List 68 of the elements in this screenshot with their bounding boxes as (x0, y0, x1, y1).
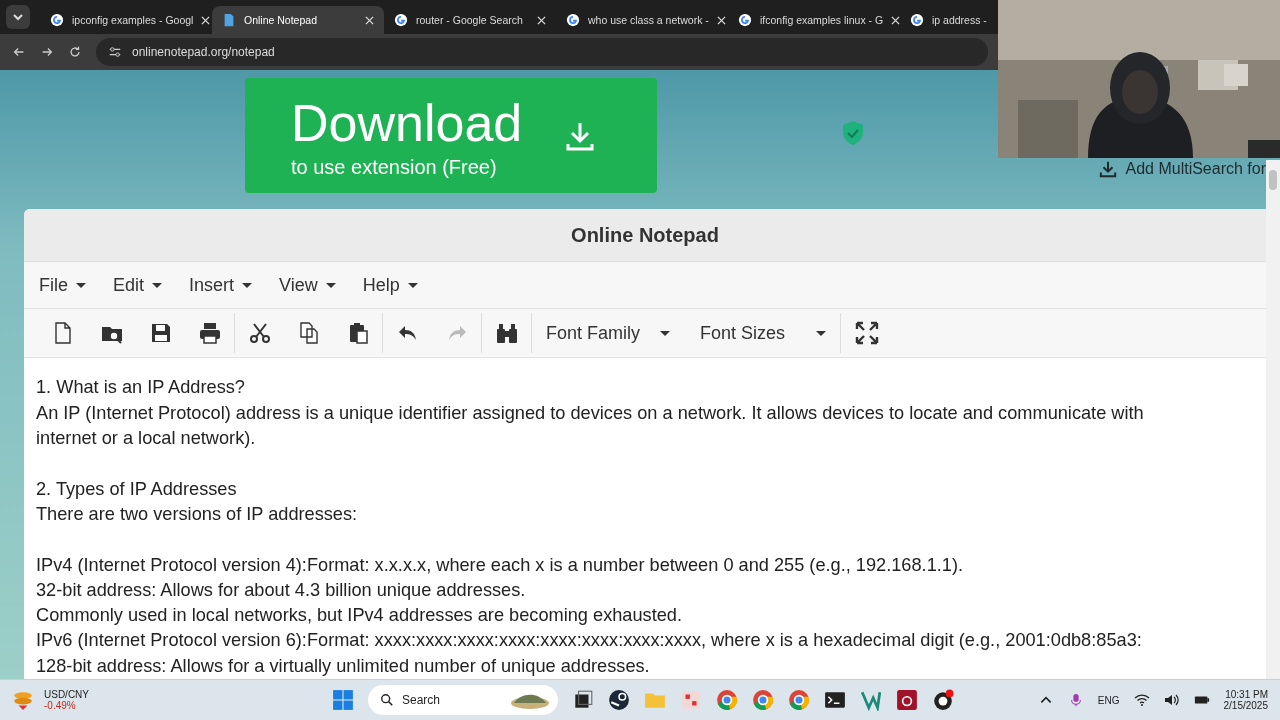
browser-tab[interactable]: ip address - (900, 6, 989, 34)
terminal-icon[interactable] (824, 689, 846, 711)
extension-link[interactable]: Add MultiSearch for (1099, 160, 1266, 178)
language-indicator[interactable]: ENG (1097, 694, 1120, 706)
shield-icon (841, 120, 865, 146)
chrome-icon[interactable] (716, 689, 738, 711)
google-icon (738, 13, 752, 27)
tab-search-icon[interactable] (6, 5, 30, 29)
windows-start-icon[interactable] (332, 689, 354, 711)
task-view-icon[interactable] (572, 689, 594, 711)
editor-text-line: internet or a local network). (36, 428, 256, 449)
volume-icon[interactable] (1163, 693, 1180, 707)
browser-tab[interactable]: Online Notepad (212, 6, 384, 34)
editor-text-line: 2. Types of IP Addresses (36, 478, 237, 499)
google-icon (50, 13, 64, 27)
editor-text-line: There are two versions of IP addresses: (36, 503, 358, 524)
clock[interactable]: 10:31 PM 2/15/2025 (1223, 689, 1268, 711)
wifi-icon[interactable] (1133, 693, 1150, 707)
banner-title: Download (291, 93, 523, 154)
taskbar-search[interactable]: Search (368, 685, 558, 715)
app-icon[interactable] (680, 689, 702, 711)
editor-text-line: 1. What is an IP Address? (36, 377, 245, 398)
editor-text-line: 128-bit address: Allows for a virtually unlimited number of unique addresses. (36, 655, 650, 676)
code-editor-icon[interactable] (860, 689, 882, 711)
font-dropdown[interactable]: Font Family (532, 322, 684, 344)
browser-tab[interactable]: router - Google Search (384, 6, 556, 34)
menu-item[interactable]: Help (362, 274, 418, 296)
banner-subtitle: to use extension (Free) (291, 156, 498, 179)
menu-item[interactable]: Insert (189, 274, 253, 296)
google-icon (394, 13, 408, 27)
download-icon (1099, 160, 1118, 178)
close-icon[interactable] (201, 15, 211, 25)
chrome-icon[interactable] (752, 689, 774, 711)
font-dropdown[interactable]: Font Sizes (684, 322, 840, 344)
reload-icon[interactable] (68, 45, 82, 59)
widget-label: USD/CNY (44, 689, 89, 700)
editor-text-line: IPv4 (Internet Protocol version 4):Format: x.x.x.x, where each x is a number between 0 and 255 (e.g., 192.168.1.1). (36, 554, 964, 575)
address-bar[interactable]: onlinenotepad.org/notepad (96, 38, 988, 66)
battery-icon[interactable] (1193, 693, 1210, 707)
editor-text-line: IPv6 (Internet Protocol version 6):Format: xxxx:xxxx:xxxx:xxxx:xxxx:xxxx:xxxx:xxxx, where x is a hexadecimal digit (e.g., 2001:0db8:85a3: (36, 630, 1142, 651)
app-icon[interactable] (896, 689, 918, 711)
chrome-icon[interactable] (788, 689, 810, 711)
fullscreen-icon[interactable] (855, 321, 879, 346)
google-icon (910, 13, 924, 27)
site-settings-icon[interactable] (108, 45, 122, 59)
coins-icon[interactable] (12, 689, 34, 711)
extension-link-text[interactable]: Add MultiSearch for (1125, 160, 1266, 178)
back-icon[interactable] (12, 45, 26, 59)
browser-tab[interactable]: ipconfig examples - Googl (40, 6, 212, 34)
menu-item[interactable]: Edit (113, 274, 163, 296)
close-icon[interactable] (365, 15, 374, 25)
scrollbar[interactable] (1266, 160, 1280, 679)
close-icon[interactable] (891, 15, 901, 25)
widget-change: -0.49% (44, 700, 77, 711)
search-icon (380, 693, 394, 707)
notepad-title: Online Notepad (571, 223, 719, 247)
document-icon (222, 13, 236, 27)
editor-text-line: 32-bit address: Allows for about 4.3 billion unique addresses. (36, 579, 526, 600)
close-icon[interactable] (716, 15, 726, 25)
forward-icon[interactable] (40, 45, 54, 59)
menu-item[interactable]: View (279, 274, 336, 296)
google-icon (566, 13, 580, 27)
editor-text-line: An IP (Internet Protocol) address is a unique identifier assigned to devices on a network. It allows devices to locate and communicate with (36, 402, 1144, 423)
editor-text-line: Commonly used in local networks, but IPv4 addresses are becoming exhausted. (36, 605, 682, 626)
browser-tab[interactable]: who use class a network - (556, 6, 728, 34)
browser-tab[interactable]: ifconfig examples linux - G (728, 6, 900, 34)
close-icon[interactable] (537, 15, 546, 25)
menu-item[interactable]: File (39, 274, 86, 296)
